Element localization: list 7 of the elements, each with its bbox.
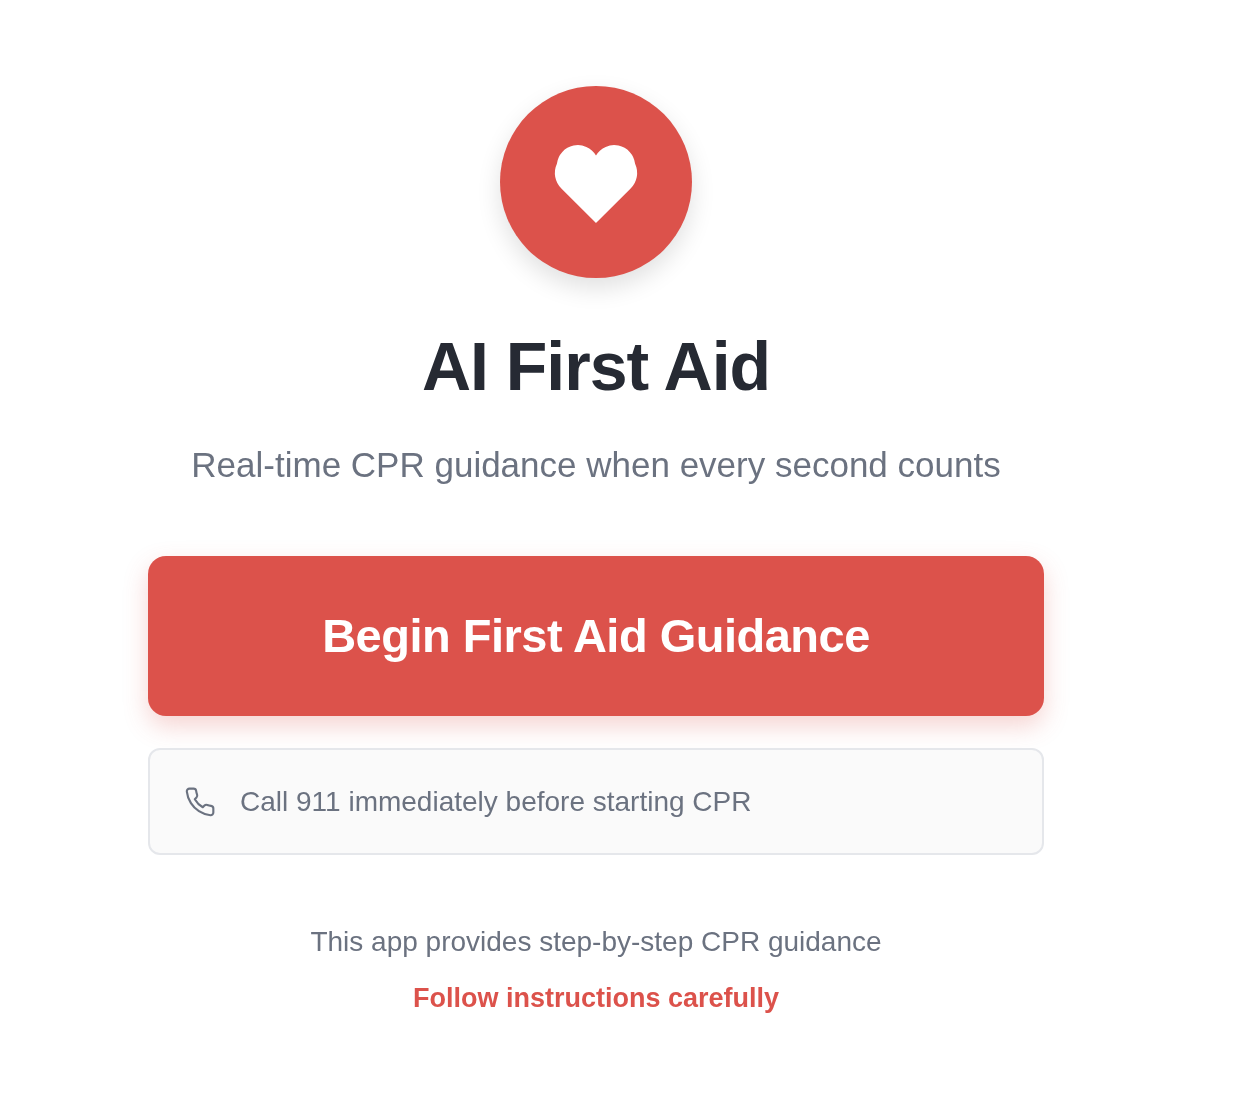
- footer-warning: Follow instructions carefully: [412, 982, 780, 1015]
- phone-icon: [184, 785, 216, 818]
- footer-note: This app provides step-by-step CPR guidance: [310, 925, 882, 959]
- app-title: AI First Aid: [421, 327, 771, 406]
- begin-guidance-button[interactable]: Begin First Aid Guidance: [148, 556, 1044, 716]
- app-subtitle: Real-time CPR guidance when every second counts: [191, 444, 1001, 486]
- notice-text: Call 911 immediately before starting CPR: [240, 784, 752, 819]
